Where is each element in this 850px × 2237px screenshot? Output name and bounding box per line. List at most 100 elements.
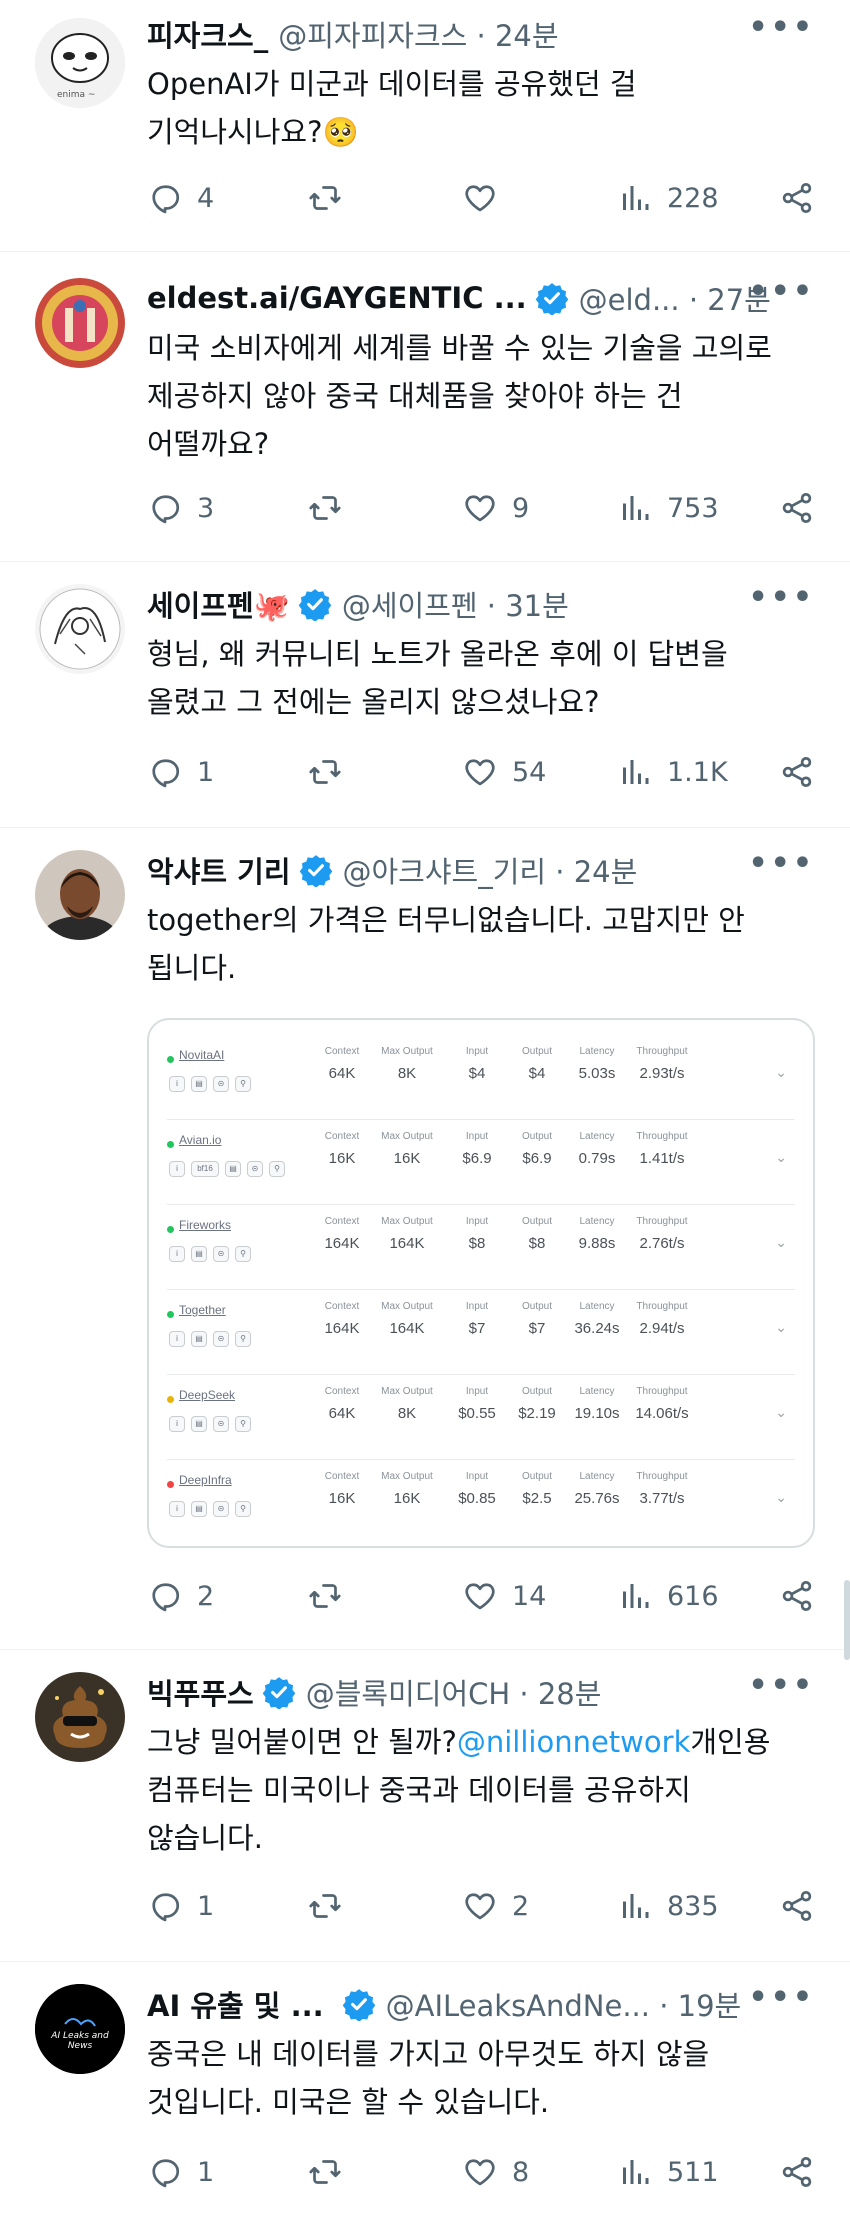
provider-name: Fireworks bbox=[179, 1218, 232, 1232]
tweet[interactable]: AI Leaks and News AI 유출 및 ... @AILeaksAn… bbox=[0, 1962, 850, 2237]
share-button[interactable] bbox=[779, 490, 815, 526]
avatar-image bbox=[35, 584, 125, 674]
like-button[interactable] bbox=[462, 180, 512, 216]
more-options-icon[interactable]: ••• bbox=[748, 580, 815, 615]
provider-row: Avian.io i bf16 ▤ ⊝ ⚲ Context 16K Max Output 16K I… bbox=[167, 1119, 795, 1205]
views-button[interactable]: 835 bbox=[617, 1888, 719, 1924]
feature-icon: ▤ bbox=[191, 1416, 207, 1432]
mention-link[interactable]: @nillionnetwork bbox=[457, 1725, 691, 1759]
provider-row: Fireworks i ▤ ⊝ ⚲ Context 164K Max Output 164K In… bbox=[167, 1204, 795, 1290]
more-options-icon[interactable]: ••• bbox=[748, 274, 815, 309]
handle-time[interactable]: @아크샤트_기리 · 24분 bbox=[343, 849, 638, 891]
tweet[interactable]: 악샤트 기리 @아크샤트_기리 · 24분 ••• together의 가격은 … bbox=[0, 828, 850, 1650]
share-button[interactable] bbox=[779, 1578, 815, 1614]
reply-button[interactable]: 1 bbox=[147, 754, 214, 790]
display-name[interactable]: 빅푸푸스 bbox=[147, 1671, 254, 1713]
display-name[interactable]: 세이프펜🐙 bbox=[147, 583, 290, 625]
share-icon bbox=[779, 180, 815, 216]
more-options-icon[interactable]: ••• bbox=[748, 846, 815, 881]
avatar[interactable]: AI Leaks and News bbox=[35, 1984, 125, 2074]
handle-time[interactable]: @블록미디어CH · 28분 bbox=[306, 1671, 602, 1713]
avatar-image bbox=[35, 1984, 125, 2074]
feature-icon: ⚲ bbox=[235, 1331, 251, 1347]
views-button[interactable]: 753 bbox=[617, 490, 719, 526]
share-button[interactable] bbox=[779, 1888, 815, 1924]
display-name[interactable]: 피자크스_ bbox=[147, 13, 268, 55]
verified-badge-icon bbox=[535, 281, 569, 315]
provider-row: DeepSeek i ▤ ⊝ ⚲ Context 64K Max Output 8K Input $… bbox=[167, 1374, 795, 1460]
metric-label: Throughput bbox=[636, 1046, 688, 1057]
views-button[interactable]: 616 bbox=[617, 1578, 719, 1614]
more-options-icon[interactable]: ••• bbox=[748, 10, 815, 45]
tweet-header: 악샤트 기리 @아크샤트_기리 · 24분 ••• bbox=[147, 846, 815, 891]
feature-icon: i bbox=[169, 1331, 185, 1347]
heart-icon bbox=[462, 490, 498, 526]
handle-time[interactable]: @피자피자크스 · 24분 bbox=[278, 13, 558, 55]
reply-button[interactable]: 4 bbox=[147, 180, 214, 216]
display-name[interactable]: eldest.ai/GAYGENTIC ... bbox=[147, 281, 527, 315]
views-button[interactable]: 1.1K bbox=[617, 754, 728, 790]
avatar[interactable] bbox=[35, 1672, 125, 1762]
avatar-caption: AI Leaks and News bbox=[51, 2031, 109, 2051]
more-options-icon[interactable]: ••• bbox=[748, 1668, 815, 1703]
retweet-button[interactable] bbox=[307, 180, 357, 216]
avatar[interactable] bbox=[35, 850, 125, 940]
retweet-button[interactable] bbox=[307, 1578, 357, 1614]
share-icon bbox=[779, 1578, 815, 1614]
reply-button[interactable]: 3 bbox=[147, 490, 214, 526]
like-button[interactable]: 8 bbox=[462, 2154, 529, 2190]
chevron-down-icon: ⌄ bbox=[775, 1404, 787, 1420]
tweet[interactable]: eldest.ai/GAYGENTIC ... @eld... · 27분 ••… bbox=[0, 252, 850, 562]
like-button[interactable]: 54 bbox=[462, 754, 546, 790]
reply-count: 2 bbox=[197, 1580, 215, 1612]
retweet-button[interactable] bbox=[307, 490, 357, 526]
handle-time[interactable]: @eld... · 27분 bbox=[579, 277, 771, 319]
display-name[interactable]: AI 유출 및 ... bbox=[147, 1983, 324, 2025]
avatar[interactable] bbox=[35, 584, 125, 674]
handle-time[interactable]: @AILeaksAndNe... · 19분 bbox=[386, 1983, 742, 2025]
provider-metric: Max Output 16K bbox=[367, 1471, 447, 1507]
views-button[interactable]: 228 bbox=[617, 180, 719, 216]
views-button[interactable]: 511 bbox=[617, 2154, 719, 2190]
like-button[interactable]: 2 bbox=[462, 1888, 529, 1924]
share-button[interactable] bbox=[779, 754, 815, 790]
share-icon bbox=[779, 1888, 815, 1924]
feature-icon: i bbox=[169, 1246, 185, 1262]
metric-value: 2.94t/s bbox=[639, 1320, 685, 1337]
tweet-text: together의 가격은 터무니없습니다. 고맙지만 안 됩니다. bbox=[147, 903, 745, 985]
share-button[interactable] bbox=[779, 2154, 815, 2190]
retweet-button[interactable] bbox=[307, 1888, 357, 1924]
metric-label: Max Output bbox=[381, 1301, 433, 1312]
like-button[interactable]: 14 bbox=[462, 1578, 546, 1614]
reply-button[interactable]: 1 bbox=[147, 1888, 214, 1924]
provider-metric: Max Output 164K bbox=[367, 1216, 447, 1252]
tweet[interactable]: 빅푸푸스 @블록미디어CH · 28분 ••• 그냥 밀어붙이면 안 될까?@n… bbox=[0, 1650, 850, 1962]
like-button[interactable]: 9 bbox=[462, 490, 529, 526]
tweet-text: 그냥 밀어붙이면 안 될까?@nillionnetwork개인용 컴퓨터는 미국… bbox=[147, 1718, 810, 1862]
reply-button[interactable]: 1 bbox=[147, 2154, 214, 2190]
feature-icon: ⊝ bbox=[247, 1161, 263, 1177]
reply-icon bbox=[147, 2154, 183, 2190]
status-dot bbox=[167, 1481, 174, 1488]
status-dot bbox=[167, 1396, 174, 1403]
tweet[interactable]: 세이프펜🐙 @세이프펜 · 31분 ••• 형님, 왜 커뮤니티 노트가 올라온… bbox=[0, 562, 850, 828]
provider-feature-icons: i ▤ ⊝ ⚲ bbox=[169, 1246, 251, 1262]
tweet[interactable]: enima ~ 피자크스_ @피자피자크스 · 24분 ••• OpenAI가 … bbox=[0, 0, 850, 252]
retweet-button[interactable] bbox=[307, 754, 357, 790]
scrollbar[interactable] bbox=[844, 1580, 850, 1660]
attached-image-provider-table[interactable]: NovitaAI i ▤ ⊝ ⚲ Context 64K Max Output 8K Input $… bbox=[147, 1018, 815, 1548]
avatar[interactable]: enima ~ bbox=[35, 18, 125, 108]
display-name[interactable]: 악샤트 기리 bbox=[147, 849, 291, 891]
handle-time[interactable]: @세이프펜 · 31분 bbox=[342, 583, 569, 625]
retweet-button[interactable] bbox=[307, 2154, 357, 2190]
avatar[interactable] bbox=[35, 278, 125, 368]
avatar-image bbox=[35, 1672, 125, 1762]
feature-icon: ▤ bbox=[191, 1501, 207, 1517]
tweet-header: eldest.ai/GAYGENTIC ... @eld... · 27분 ••… bbox=[147, 274, 815, 319]
more-options-icon[interactable]: ••• bbox=[748, 1980, 815, 2015]
metric-value: 8K bbox=[397, 1405, 417, 1422]
feature-icon: ⚲ bbox=[269, 1161, 285, 1177]
metric-label: Throughput bbox=[636, 1216, 688, 1227]
reply-button[interactable]: 2 bbox=[147, 1578, 214, 1614]
share-button[interactable] bbox=[779, 180, 815, 216]
